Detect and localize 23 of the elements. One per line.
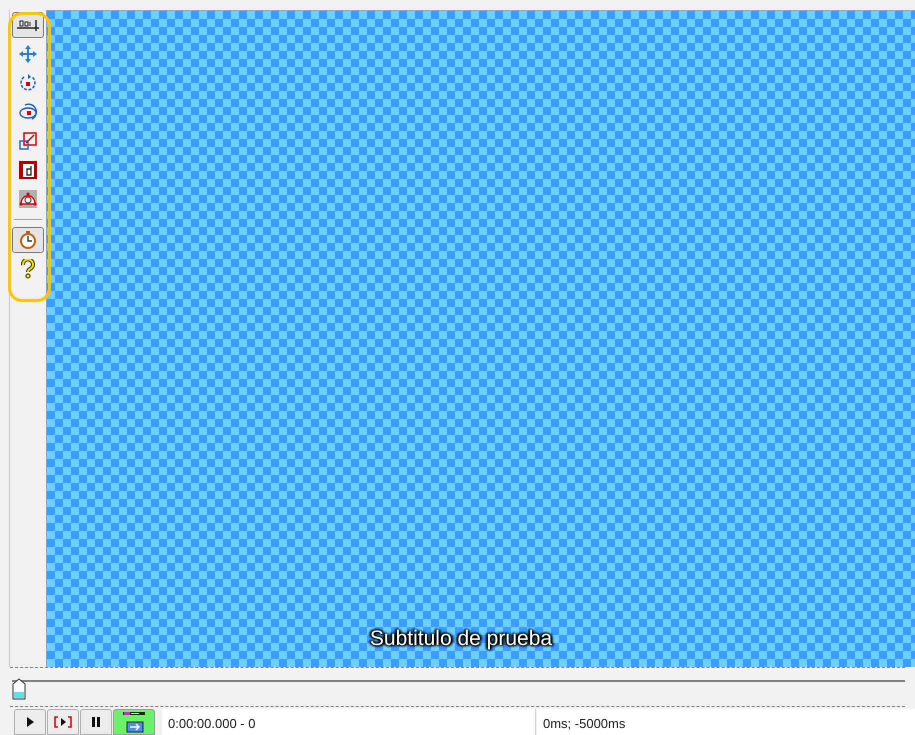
- vector-clip-icon: [18, 189, 38, 209]
- autoscroll-icon: [122, 710, 146, 734]
- rotate-3d-icon: [18, 102, 38, 122]
- pause-icon: [92, 717, 100, 727]
- pause-button[interactable]: [80, 709, 112, 735]
- clip-icon: [18, 160, 38, 180]
- play-button[interactable]: [14, 709, 46, 735]
- subtitle-text: Subtitulo de prueba: [370, 626, 552, 652]
- scale-icon: [18, 131, 38, 151]
- play-range-icon: [54, 716, 72, 728]
- rotate-icon: [18, 73, 38, 93]
- play-icon: [26, 717, 34, 727]
- help-icon: [20, 259, 36, 279]
- stopwatch-tool-button[interactable]: [12, 227, 44, 253]
- offset-field[interactable]: 0ms; -5000ms: [537, 709, 915, 735]
- slider-thumb[interactable]: [12, 678, 26, 700]
- ruler-icon: [15, 18, 41, 32]
- autoscroll-button[interactable]: [113, 709, 155, 735]
- time-field[interactable]: 0:00:00.000 - 0: [162, 709, 536, 735]
- move-icon: [18, 44, 38, 64]
- play-range-button[interactable]: [47, 709, 79, 735]
- stopwatch-icon: [18, 230, 38, 250]
- seek-slider[interactable]: [12, 678, 905, 698]
